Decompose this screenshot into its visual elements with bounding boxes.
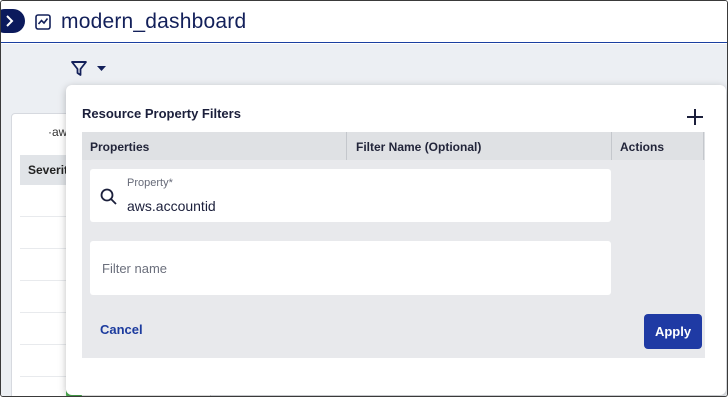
column-header-properties: Properties: [90, 140, 150, 154]
caret-down-icon: [97, 66, 106, 71]
property-field-value[interactable]: aws.accountid: [127, 198, 216, 214]
dashboard-title: modern_dashboard: [61, 10, 247, 33]
filters-table-body: Property* aws.accountid Cancel Apply: [82, 160, 705, 358]
property-field[interactable]: Property* aws.accountid: [90, 169, 611, 222]
plus-icon[interactable]: [685, 107, 705, 127]
top-bar: modern_dashboard: [1, 1, 727, 43]
app-window: modern_dashboard ·aw Severit Resource Pr…: [0, 0, 728, 397]
filters-table-header: Properties Filter Name (Optional) Action…: [82, 132, 705, 160]
panel-title: Resource Property Filters: [82, 106, 241, 121]
cancel-button[interactable]: Cancel: [100, 322, 143, 337]
property-field-label: Property*: [127, 177, 173, 189]
filter-name-input[interactable]: [90, 241, 611, 295]
line-chart-icon: [35, 14, 51, 30]
column-divider: [703, 132, 704, 160]
widget-title: ·aw: [48, 125, 68, 139]
resource-property-filters-panel: Resource Property Filters Properties Fil…: [66, 85, 726, 395]
expand-sidebar-button[interactable]: [1, 9, 25, 33]
severity-column-header: Severit: [28, 163, 69, 177]
apply-button[interactable]: Apply: [644, 314, 702, 349]
column-header-actions: Actions: [620, 140, 665, 154]
search-icon: [100, 188, 117, 205]
filter-toggle-button[interactable]: [71, 58, 111, 82]
column-divider: [346, 132, 347, 160]
filter-name-field[interactable]: [90, 241, 611, 295]
column-header-filter-name: Filter Name (Optional): [356, 140, 482, 154]
chevron-right-icon: [6, 15, 14, 27]
funnel-icon: [71, 61, 87, 76]
column-divider: [611, 132, 612, 160]
